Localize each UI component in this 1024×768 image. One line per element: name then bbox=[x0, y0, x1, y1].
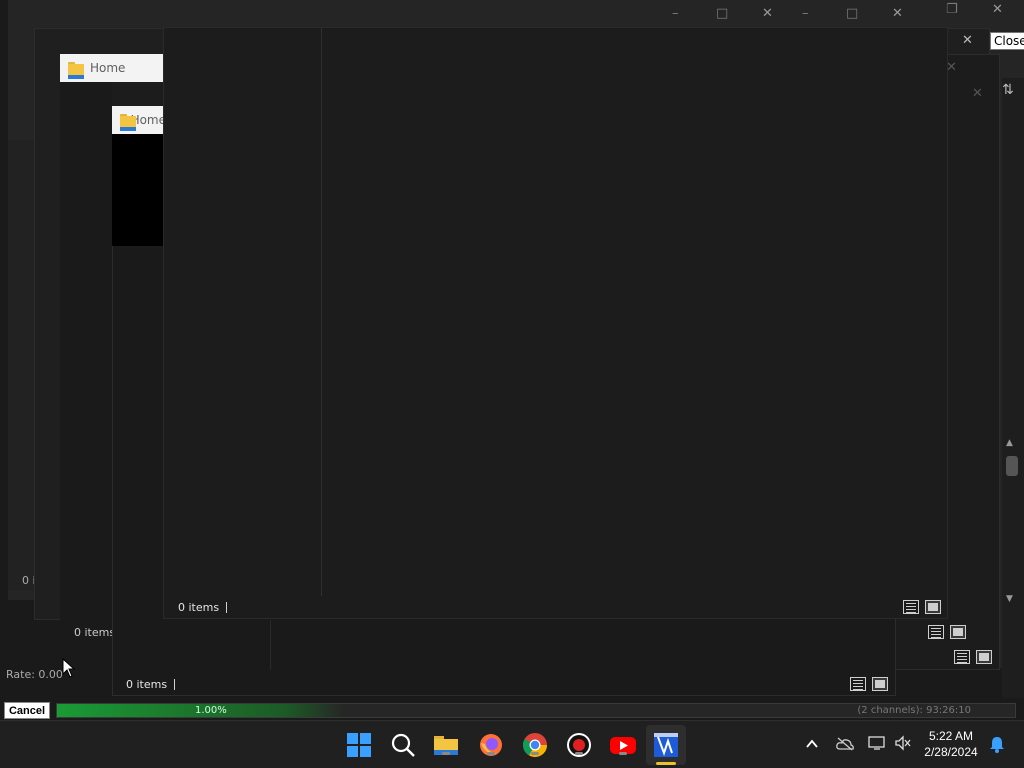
chrome-running-indicator bbox=[531, 752, 539, 755]
front-window-tiles-view-icon[interactable] bbox=[925, 600, 941, 614]
close-tooltip: Close bbox=[990, 32, 1024, 50]
window4-details-view-icon[interactable] bbox=[850, 677, 866, 691]
window3-tab-home[interactable]: Home bbox=[60, 54, 166, 82]
start-icon[interactable] bbox=[345, 731, 373, 759]
front-window-details-view-icon[interactable] bbox=[903, 600, 919, 614]
window4-status-separator bbox=[174, 679, 175, 690]
front-window-status-text: 0 items bbox=[178, 601, 220, 614]
video-editor-icon[interactable] bbox=[652, 731, 680, 765]
window3-details-view-icon[interactable] bbox=[954, 650, 970, 664]
record-running-indicator bbox=[575, 752, 583, 755]
window3-tiles-view-icon[interactable] bbox=[976, 650, 992, 664]
window2-maximize-button[interactable]: □ bbox=[716, 6, 728, 21]
window4-black-pane bbox=[112, 134, 164, 246]
firefox-icon[interactable] bbox=[477, 731, 505, 759]
progress-percent: 1.00% bbox=[195, 705, 227, 716]
window4-divider bbox=[270, 620, 271, 670]
scrollbar-down-arrow[interactable]: ▼ bbox=[1006, 594, 1018, 606]
file-explorer-icon[interactable] bbox=[432, 731, 460, 759]
chrome-icon[interactable] bbox=[521, 731, 549, 759]
rate-label: Rate: 0.00 bbox=[6, 668, 63, 681]
search-icon[interactable] bbox=[389, 731, 417, 759]
window2-tiles-view-icon[interactable] bbox=[950, 625, 966, 639]
channels-label: (2 channels): 93:26:10 bbox=[857, 705, 971, 716]
front-window: 0 items bbox=[163, 27, 948, 619]
progress-track: 1.00% (2 channels): 93:26:10 bbox=[56, 703, 1016, 718]
window3-tab-label: Home bbox=[90, 61, 126, 75]
window4-tab-home[interactable]: Home bbox=[112, 106, 166, 134]
cancel-button[interactable]: Cancel bbox=[4, 702, 50, 719]
front-window-nav-pane bbox=[164, 28, 322, 596]
front-window-status-separator bbox=[226, 602, 227, 613]
youtube-running-indicator bbox=[619, 752, 627, 755]
file-explorer-running-indicator bbox=[442, 752, 450, 755]
chevron-up-icon[interactable] bbox=[805, 736, 819, 755]
scrollbar-thumb[interactable] bbox=[1006, 456, 1018, 476]
window2-minimize-button[interactable]: – bbox=[672, 6, 679, 21]
onedrive-icon[interactable] bbox=[836, 736, 854, 755]
folder-icon bbox=[68, 61, 84, 79]
background-left-bar bbox=[8, 140, 34, 590]
record-icon[interactable] bbox=[565, 731, 593, 759]
window1-maximize-button[interactable]: □ bbox=[846, 6, 858, 21]
background-restore-button[interactable]: ❐ bbox=[946, 2, 958, 17]
youtube-icon[interactable] bbox=[609, 731, 637, 759]
background-sliders-icon[interactable]: ⇅ bbox=[1002, 82, 1014, 98]
background-close-button[interactable]: ✕ bbox=[992, 2, 1003, 17]
clock[interactable]: 5:22 AM 2/28/2024 bbox=[918, 728, 984, 760]
window1-close-button[interactable]: ✕ bbox=[892, 6, 903, 21]
window2-details-view-icon[interactable] bbox=[928, 625, 944, 639]
clock-date: 2/28/2024 bbox=[924, 745, 978, 759]
notification-bell-icon[interactable] bbox=[988, 735, 1006, 757]
mouse-cursor-icon bbox=[62, 658, 76, 678]
window-close-hover-button[interactable]: ✕ bbox=[962, 33, 973, 48]
window4-tiles-view-icon[interactable] bbox=[872, 677, 888, 691]
window3-left-pane bbox=[60, 82, 112, 670]
taskbar: 5:22 AM 2/28/2024 bbox=[0, 720, 1024, 768]
clock-time: 5:22 AM bbox=[928, 729, 974, 743]
network-icon[interactable] bbox=[868, 735, 886, 755]
folder-icon bbox=[120, 113, 135, 131]
volume-muted-icon[interactable] bbox=[894, 735, 912, 755]
scrollbar-up-arrow[interactable]: ▲ bbox=[1006, 438, 1018, 450]
window1-minimize-button[interactable]: – bbox=[802, 6, 809, 21]
window2-close-button[interactable]: ✕ bbox=[762, 6, 773, 21]
window3b-close-button[interactable]: ✕ bbox=[972, 86, 983, 101]
window3-status-text: 0 items bbox=[74, 626, 116, 639]
window4-status-text: 0 items bbox=[126, 678, 168, 691]
firefox-running-indicator bbox=[487, 752, 495, 755]
video-editor-active-indicator bbox=[656, 762, 676, 765]
